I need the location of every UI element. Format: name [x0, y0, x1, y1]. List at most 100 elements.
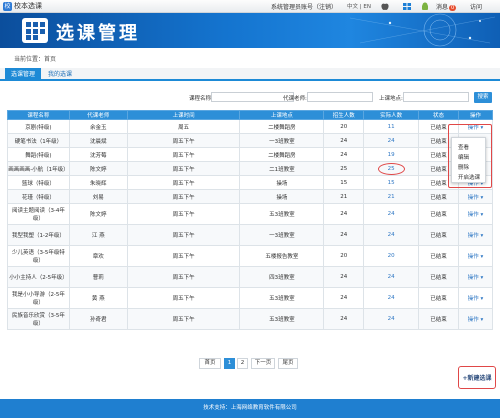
cell-actual: 24 — [363, 133, 420, 148]
table-row: 少儿英语（3-5年级特级） 章欢 周五下午 五楼报告教室 20 20 已结束 操作 ▾ — [7, 245, 493, 267]
action-dropdown[interactable]: 操作 — [468, 254, 479, 260]
action-dropdown[interactable]: 操作 — [468, 317, 479, 323]
messages-link[interactable]: 消息 0 — [436, 2, 457, 11]
cell-place: 二1班教室 — [239, 161, 325, 176]
cell-quota: 20 — [323, 245, 365, 267]
visit-link[interactable]: 访问 — [470, 2, 482, 11]
cell-status: 已结束 — [418, 189, 459, 204]
course-table: 课程名称 代课老师 上课时间 上课地点 招生人数 实际人数 状态 操作 京剧(特… — [7, 110, 493, 330]
cell-status-text: 已结束 — [430, 275, 447, 281]
cell-actual: 24 — [363, 266, 420, 288]
teacher-input[interactable] — [307, 92, 373, 102]
pager-page-1[interactable]: 1 — [224, 358, 235, 369]
cell-action[interactable]: 操作 ▾ — [458, 266, 493, 288]
chevron-down-icon: ▾ — [478, 254, 484, 260]
apple-icon[interactable] — [380, 2, 390, 11]
cell-action[interactable]: 操作 ▾ — [458, 189, 493, 204]
search-button[interactable]: 搜索 — [474, 92, 492, 103]
cell-status-text: 已结束 — [430, 254, 447, 260]
menu-item-delete[interactable]: 删除 — [458, 163, 469, 171]
brand[interactable]: 校 校本选课 — [3, 1, 42, 11]
cell-course-name-text: 阅读主题阅读（3-4年级） — [11, 208, 65, 222]
account-link[interactable]: 系统管理员账号（注销） — [271, 2, 337, 11]
cell-actual: 19 — [363, 147, 420, 162]
cell-status-text: 已结束 — [430, 180, 447, 187]
cell-actual: 24 — [363, 308, 420, 330]
cell-status-text: 已结束 — [430, 152, 447, 159]
cell-action[interactable]: 操作 ▾ — [458, 308, 493, 330]
cell-action[interactable]: 操作 ▾ — [458, 245, 493, 267]
cell-quota: 20 — [323, 119, 365, 134]
action-dropdown[interactable]: 操作 — [468, 212, 479, 218]
pager-first[interactable]: 首页 — [199, 358, 221, 369]
header-place: 上课地点 — [239, 110, 325, 120]
chevron-down-icon: ▾ — [478, 194, 484, 201]
cell-status: 已结束 — [418, 308, 459, 330]
place-input[interactable] — [403, 92, 469, 102]
pager-next[interactable]: 下一页 — [251, 358, 275, 369]
menu-item-open-selection[interactable]: 开启选课 — [458, 173, 480, 181]
cell-place-text: 二楼舞蹈房 — [268, 124, 296, 131]
new-course-button[interactable]: +新建选课 — [458, 366, 496, 389]
cell-quota-text: 24 — [340, 295, 348, 301]
cell-course-name: 篮球（特级） — [7, 175, 70, 190]
cell-status-text: 已结束 — [430, 138, 447, 145]
action-dropdown[interactable]: 操作 — [468, 195, 479, 201]
table-row: 民族音乐欣赏（3-5年级） 孙奇君 周五下午 五3班教室 24 24 已结束 操作 ▾ — [7, 308, 493, 330]
cell-actual: 24 — [363, 203, 420, 225]
cell-place: 二楼舞蹈房 — [239, 147, 325, 162]
cell-course-name: 民族音乐欣赏（3-5年级） — [7, 308, 70, 330]
page: 校 校本选课 系统管理员账号（注销） 中文 | EN 消息 0 访问 选课管理 当… — [0, 0, 500, 418]
cell-time-text: 周五下午 — [172, 138, 195, 145]
windows-icon[interactable] — [402, 2, 412, 11]
table-row: 硬笔书法（1年级）沈晨斌周五下午一3班教室2424已结束操作 ▾ — [7, 133, 493, 148]
cell-action[interactable]: 操作 ▾ — [458, 287, 493, 309]
cell-time-text: 周五下午 — [172, 233, 195, 239]
cell-action[interactable]: 操作 ▾ — [458, 224, 493, 246]
action-dropdown[interactable]: 操作 — [468, 233, 479, 239]
tab-my-courses[interactable]: 我的选课 — [42, 68, 78, 81]
cell-course-name-text: 花瑾（特级） — [21, 194, 55, 201]
action-dropdown[interactable]: 操作 — [468, 275, 479, 281]
chevron-down-icon: ▾ — [478, 317, 484, 323]
cell-time: 周五下午 — [126, 266, 241, 288]
cell-quota-text: 15 — [340, 179, 348, 186]
tab-course-management[interactable]: 选课管理 — [5, 68, 42, 81]
cell-time-text: 周五下午 — [172, 275, 195, 281]
actual-count: 11 — [387, 123, 395, 130]
pager-last[interactable]: 尾页 — [278, 358, 298, 369]
android-icon[interactable] — [420, 2, 430, 11]
cell-course-name-text: 小小主持人（2-5年级） — [9, 275, 68, 281]
top-bar: 校 校本选课 系统管理员账号（注销） 中文 | EN 消息 0 访问 — [0, 0, 500, 13]
cell-course-name: 少儿英语（3-5年级特级） — [7, 245, 70, 267]
cell-course-name-text: 京剧(特级) — [25, 124, 52, 131]
cell-course-name-text: 画画画画-小航（1年级） — [8, 166, 69, 173]
cell-status: 已结束 — [418, 266, 459, 288]
cell-time: 周五下午 — [126, 224, 241, 246]
brand-label: 校本选课 — [14, 2, 42, 10]
actual-count: 24 — [387, 232, 395, 238]
cell-actual: 24 — [363, 287, 420, 309]
cell-teacher: 曹莉 — [68, 266, 128, 288]
cell-action[interactable]: 操作 ▾ — [458, 203, 493, 225]
menu-item-view[interactable]: 查看 — [458, 143, 469, 151]
action-dropdown[interactable]: 操作 — [468, 296, 479, 302]
pager-page-2[interactable]: 2 — [237, 358, 248, 369]
cell-place: 五3班教室 — [239, 287, 325, 309]
cell-status-text: 已结束 — [430, 317, 447, 323]
cell-teacher-text: 沈晨斌 — [90, 138, 107, 145]
cell-teacher: 黄 燕 — [68, 287, 128, 309]
cell-status-text: 已结束 — [430, 212, 447, 218]
language-switch[interactable]: 中文 | EN — [347, 2, 371, 10]
table-row: 花瑾（特级） 刘易 周五下午 操场 21 21 已结束 操作 ▾ — [7, 189, 493, 204]
cell-quota: 24 — [323, 266, 365, 288]
cell-actual: 24 — [363, 224, 420, 246]
cell-course-name: 我是小小导游（2-5年级） — [7, 287, 70, 309]
course-name-input[interactable] — [211, 92, 294, 102]
menu-item-edit[interactable]: 编辑 — [458, 153, 469, 161]
table-row: 篮球（特级） 朱晓辉 周五下午 操场 15 15 已结束 操作 ▾ — [7, 175, 493, 190]
cell-course-name: 画画画画-小航（1年级） — [7, 161, 70, 176]
cell-course-name-text: 篮球（特级） — [21, 180, 55, 187]
cell-time-text: 周五下午 — [172, 212, 195, 218]
cell-place: 一3班教室 — [239, 133, 325, 148]
